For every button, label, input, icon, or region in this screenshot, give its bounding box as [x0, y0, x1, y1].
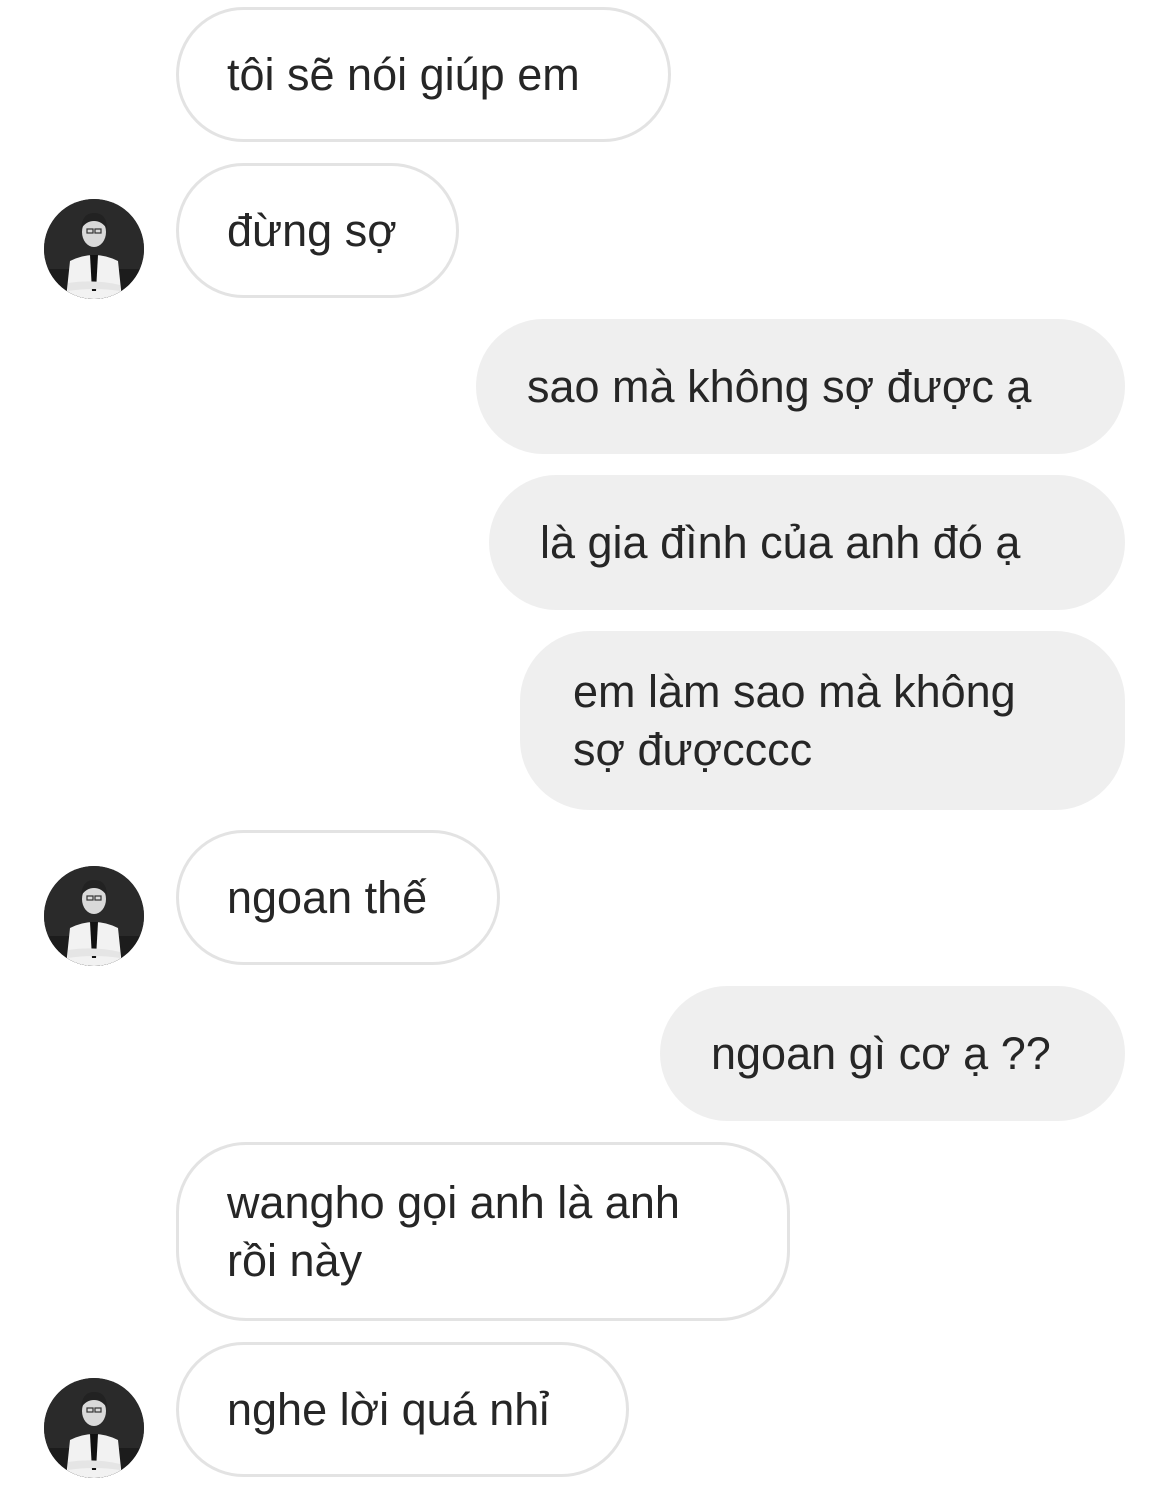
- person-in-suit-avatar-icon: [44, 866, 144, 966]
- outgoing-message-bubble[interactable]: là gia đình của anh đó ạ: [489, 475, 1125, 610]
- incoming-message-bubble[interactable]: tôi sẽ nói giúp em: [176, 7, 671, 142]
- message-text: tôi sẽ nói giúp em: [227, 48, 580, 100]
- message-text: wangho gọi anh là anh rồi này: [227, 1176, 680, 1286]
- person-in-suit-avatar-icon: [44, 1378, 144, 1478]
- outgoing-message-bubble[interactable]: ngoan gì cơ ạ ??: [660, 986, 1125, 1121]
- sender-avatar[interactable]: [44, 866, 144, 966]
- incoming-message-bubble[interactable]: wangho gọi anh là anh rồi này: [176, 1142, 790, 1321]
- incoming-message-bubble[interactable]: ngoan thế: [176, 830, 500, 965]
- message-text: là gia đình của anh đó ạ: [540, 516, 1021, 568]
- message-text: nghe lời quá nhỉ: [227, 1383, 550, 1435]
- message-text: ngoan thế: [227, 871, 428, 923]
- message-text: sao mà không sợ được ạ: [527, 360, 1032, 412]
- incoming-message-bubble[interactable]: đừng sợ: [176, 163, 459, 298]
- message-text: đừng sợ: [227, 204, 397, 256]
- outgoing-message-bubble[interactable]: em làm sao mà không sợ đượcccc: [520, 631, 1125, 810]
- sender-avatar[interactable]: [44, 1378, 144, 1478]
- sender-avatar[interactable]: [44, 199, 144, 299]
- incoming-message-bubble[interactable]: nghe lời quá nhỉ: [176, 1342, 629, 1477]
- outgoing-message-bubble[interactable]: sao mà không sợ được ạ: [476, 319, 1125, 454]
- message-text: em làm sao mà không sợ đượcccc: [573, 665, 1016, 775]
- person-in-suit-avatar-icon: [44, 199, 144, 299]
- message-thread: tôi sẽ nói giúp em đừng sợ sao mà không …: [0, 0, 1170, 1496]
- message-text: ngoan gì cơ ạ ??: [711, 1027, 1051, 1079]
